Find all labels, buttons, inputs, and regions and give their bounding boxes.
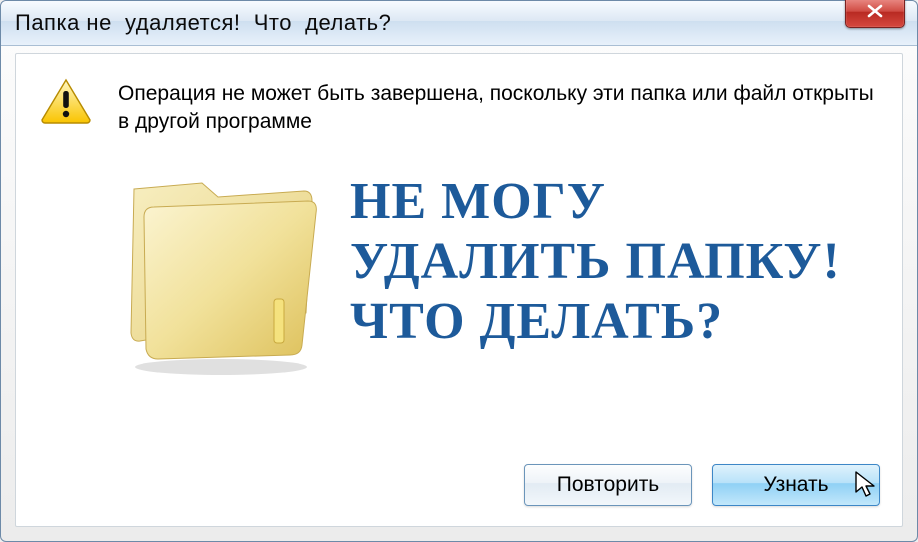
retry-button[interactable]: Повторить [524,464,692,506]
learn-button-label: Узнать [763,473,828,497]
close-button[interactable] [845,0,905,28]
button-bar: Повторить Узнать [524,464,880,506]
folder-icon [106,147,336,377]
titlebar: Папка не удаляется! Что делать? [1,1,917,46]
content-row: НЕ МОГУ УДАЛИТЬ ПАПКУ! ЧТО ДЕЛАТЬ? [16,137,902,377]
overlay-headline: НЕ МОГУ УДАЛИТЬ ПАПКУ! ЧТО ДЕЛАТЬ? [350,172,841,351]
dialog-window: Папка не удаляется! Что делать? [0,0,918,542]
window-title: Папка не удаляется! Что делать? [15,10,391,36]
warning-icon [40,78,92,124]
close-icon [866,4,884,23]
message-row: Операция не может быть завершена, поскол… [16,54,902,137]
dialog-message: Операция не может быть завершена, поскол… [118,80,878,137]
retry-button-label: Повторить [557,473,660,497]
learn-button[interactable]: Узнать [712,464,880,506]
dialog-client-area: Операция не может быть завершена, поскол… [15,53,903,527]
